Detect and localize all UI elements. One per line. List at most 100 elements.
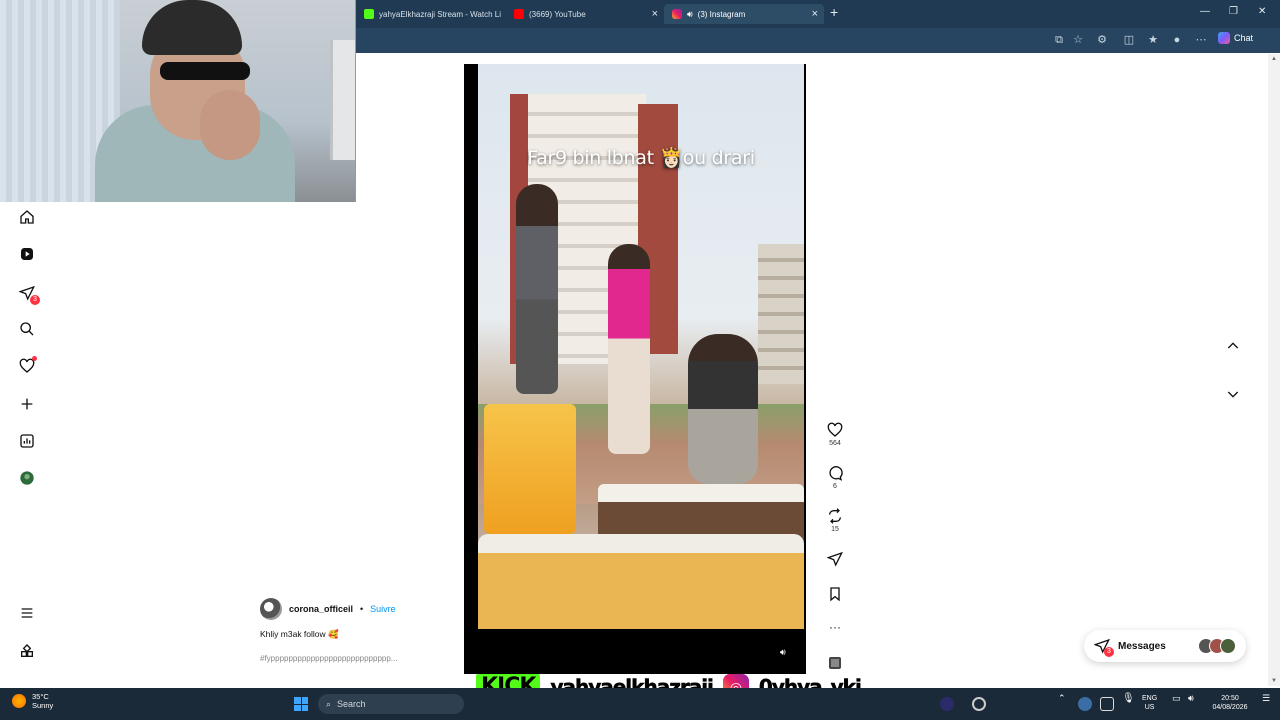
speaker-icon[interactable]: 🔊︎ [687, 9, 693, 20]
reels-icon[interactable] [18, 245, 36, 263]
tab-instagram[interactable]: 🔊︎ (3) Instagram × [664, 4, 824, 24]
reel-overlay-text: Far9 bin lbnat 👸🏻ou drari [527, 147, 755, 169]
kick-icon [364, 9, 374, 19]
streamer-cap [142, 0, 242, 55]
separator: • [360, 604, 364, 614]
avatar [1220, 638, 1236, 654]
tab-label: (3669) YouTube [529, 9, 586, 19]
messages-badge: 3 [30, 295, 40, 305]
messages-bubble[interactable]: 3 Messages [1084, 630, 1246, 662]
webcam-overlay [0, 0, 356, 202]
heart-icon [827, 422, 843, 437]
like-count: 564 [829, 440, 841, 447]
audio-icon[interactable]: 🔊︎ [780, 647, 792, 659]
comment-button[interactable]: 6 [822, 465, 848, 490]
also-from-meta-icon[interactable] [18, 642, 36, 660]
network-icon[interactable]: ▭ [1172, 694, 1181, 703]
share-button[interactable] [822, 551, 848, 567]
more-options-button[interactable]: ··· [822, 620, 848, 634]
messages-icon[interactable]: 3 [18, 284, 40, 305]
language-code: ENG [1142, 695, 1158, 702]
favorites-icon[interactable]: ★ [1146, 33, 1160, 47]
tray-app-icon[interactable] [1078, 697, 1092, 711]
fries-tray [478, 534, 804, 629]
open-in-app-icon[interactable]: ⧉ [1052, 33, 1066, 47]
temperature: 35°C [32, 692, 49, 701]
juice-cup [484, 404, 576, 534]
taskbar-app-icon[interactable] [972, 697, 986, 711]
bookmark-icon [830, 587, 840, 602]
sun-icon [12, 694, 26, 708]
search-icon: ⌕ [326, 698, 332, 709]
minimize-icon[interactable]: — [1200, 6, 1210, 17]
microphone-icon[interactable]: 🎙︎ [1122, 694, 1135, 704]
scroll-down-icon[interactable]: ▼ [1271, 678, 1277, 684]
tray-app-icon[interactable] [1100, 697, 1114, 711]
notification-center-icon[interactable]: ☰ [1262, 694, 1270, 703]
reel-hashtags[interactable]: #fyppppppppppppppppppppppppppp... [260, 654, 397, 663]
share-icon [827, 551, 843, 567]
previous-reel-button[interactable] [1220, 333, 1246, 359]
date: 04/08/2026 [1212, 704, 1248, 711]
home-icon[interactable] [18, 208, 36, 226]
tab-youtube[interactable]: (3669) YouTube × [506, 4, 664, 24]
next-reel-button[interactable] [1220, 381, 1246, 407]
favorite-star-icon[interactable]: ☆ [1071, 33, 1085, 47]
page-scrollbar[interactable]: ▲ ▼ [1268, 54, 1280, 686]
extensions-icon[interactable]: ⚙ [1095, 33, 1109, 47]
author-username[interactable]: corona_officeil [289, 604, 353, 614]
reel-caption: Khliy m3ak follow 🥰 [260, 629, 339, 639]
split-screen-icon[interactable]: ◫ [1122, 33, 1136, 47]
new-tab-button[interactable]: + [830, 4, 838, 20]
tab-kick-stream[interactable]: yahyaElkhazraji Stream - Watch Li [356, 4, 506, 24]
copilot-chat-button[interactable]: Chat [1218, 32, 1253, 44]
audio-thumbnail[interactable] [822, 655, 848, 671]
streamer-sunglasses [160, 62, 250, 80]
repost-button[interactable]: 15 [822, 508, 848, 533]
repost-icon [829, 508, 841, 524]
more-menu-icon[interactable] [18, 604, 36, 622]
messages-bubble-badge: 3 [1104, 647, 1114, 657]
instagram-icon [672, 9, 682, 19]
volume-icon[interactable]: 🔊︎ [1188, 694, 1194, 703]
taskbar-app-icon[interactable] [940, 697, 954, 711]
scroll-up-icon[interactable]: ▲ [1271, 56, 1277, 62]
search-icon[interactable] [18, 320, 36, 338]
window-frame [330, 40, 355, 160]
weather-widget[interactable]: 35°C Sunny [12, 692, 53, 710]
search-placeholder: Search [337, 699, 366, 709]
save-button[interactable] [822, 586, 848, 602]
screen: yahyaElkhazraji Stream - Watch Li (3669)… [0, 0, 1280, 720]
create-icon[interactable] [18, 395, 36, 413]
taskbar-search[interactable]: ⌕ Search [318, 694, 464, 714]
clock[interactable]: 20:50 04/08/2026 [1208, 694, 1252, 712]
reel-author: corona_officeil • Suivre [260, 598, 396, 620]
time: 20:50 [1221, 695, 1239, 702]
close-tab-icon[interactable]: × [812, 8, 818, 20]
chat-label: Chat [1234, 33, 1254, 43]
dashboard-icon[interactable] [18, 432, 36, 450]
like-button[interactable]: 564 [822, 422, 848, 447]
chevron-up-icon [1227, 342, 1239, 349]
notifications-icon[interactable] [18, 356, 37, 375]
tray-overflow-icon[interactable]: ⌃ [1058, 694, 1066, 703]
copilot-icon [1218, 32, 1230, 44]
comment-icon [829, 466, 843, 481]
profile-icon[interactable]: ● [1170, 33, 1184, 47]
profile-avatar[interactable] [18, 469, 36, 487]
more-options-icon[interactable]: ⋯ [1194, 33, 1208, 47]
streamer-hand [200, 90, 260, 160]
start-button[interactable] [294, 697, 308, 711]
language-indicator[interactable]: ENG US [1142, 694, 1157, 712]
person [608, 244, 650, 454]
messages-icon: 3 [1093, 638, 1114, 657]
repost-count: 15 [831, 526, 839, 533]
reel-video[interactable]: Far9 bin lbnat 👸🏻ou drari [478, 64, 804, 629]
reel-player[interactable]: Far9 bin lbnat 👸🏻ou drari 🔊︎ [464, 64, 806, 674]
follow-button[interactable]: Suivre [370, 604, 396, 614]
author-avatar[interactable] [260, 598, 282, 620]
close-tab-icon[interactable]: × [652, 8, 658, 20]
close-window-icon[interactable]: ✕ [1258, 6, 1266, 17]
restore-icon[interactable]: ❐ [1229, 6, 1238, 17]
notification-dot [32, 356, 37, 361]
